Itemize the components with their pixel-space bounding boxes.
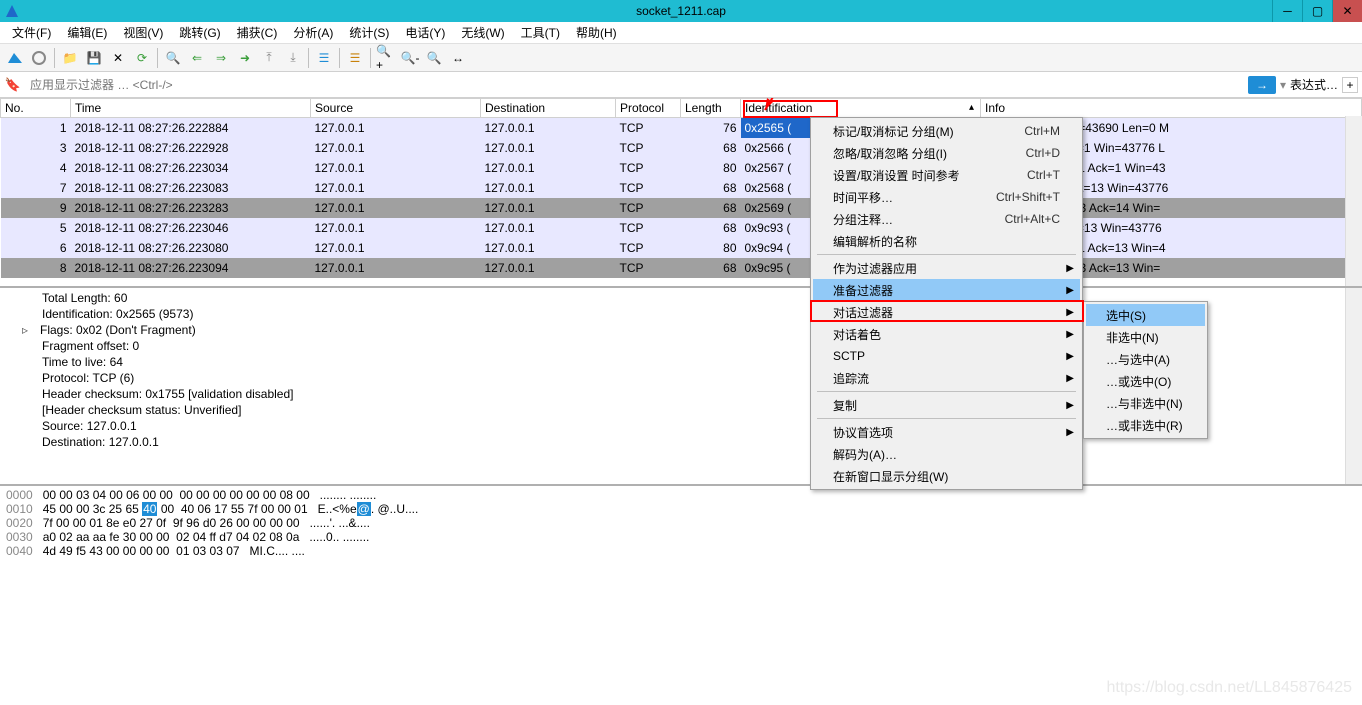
column-header[interactable]: Length — [681, 99, 741, 118]
hex-pane[interactable]: 0000 00 00 03 04 00 06 00 00 00 00 00 00… — [0, 486, 1362, 586]
menu-item[interactable]: 时间平移…Ctrl+Shift+T — [813, 186, 1080, 208]
menu-item[interactable]: 工具(T) — [513, 24, 568, 41]
menu-item[interactable]: 统计(S) — [341, 24, 397, 41]
watermark: https://blog.csdn.net/LL845876425 — [1106, 679, 1352, 697]
open-icon[interactable]: 📁 — [59, 47, 81, 69]
menu-item[interactable]: …与选中(A) — [1086, 348, 1205, 370]
menu-item[interactable]: …或选中(O) — [1086, 370, 1205, 392]
menu-item[interactable]: 协议首选项▶ — [813, 421, 1080, 443]
first-icon[interactable]: ⤒ — [258, 47, 280, 69]
app-icon — [4, 3, 20, 19]
menubar: 文件(F)编辑(E)视图(V)跳转(G)捕获(C)分析(A)统计(S)电话(Y)… — [0, 22, 1362, 44]
hex-row[interactable]: 0010 45 00 00 3c 25 65 40 00 40 06 17 55… — [6, 502, 1356, 516]
menu-item[interactable]: 解码为(A)… — [813, 443, 1080, 465]
menu-item[interactable]: 忽略/取消忽略 分组(I)Ctrl+D — [813, 142, 1080, 164]
hex-row[interactable]: 0030 a0 02 aa aa fe 30 00 00 02 04 ff d7… — [6, 530, 1356, 544]
menu-item[interactable]: 对话过滤器▶ — [813, 301, 1080, 323]
packet-list: No.TimeSourceDestinationProtocolLengthId… — [0, 98, 1362, 288]
packet-row[interactable]: 92018-12-11 08:27:26.223283127.0.0.1127.… — [1, 198, 1362, 218]
find-icon[interactable]: 🔍 — [162, 47, 184, 69]
goto-icon[interactable]: ➜ — [234, 47, 256, 69]
close-button[interactable]: ✕ — [1332, 0, 1362, 22]
menu-item[interactable]: 帮助(H) — [568, 24, 625, 41]
hex-row[interactable]: 0020 7f 00 00 01 8e e0 27 0f 9f 96 d0 26… — [6, 516, 1356, 530]
column-header[interactable]: Info — [981, 99, 1362, 118]
add-filter-button[interactable]: + — [1342, 77, 1358, 93]
column-header[interactable]: Time — [71, 99, 311, 118]
close-file-icon[interactable]: ✕ — [107, 47, 129, 69]
packet-row[interactable]: 12018-12-11 08:27:26.222884127.0.0.1127.… — [1, 118, 1362, 138]
menu-item[interactable]: 无线(W) — [453, 24, 512, 41]
menu-item[interactable]: 对话着色▶ — [813, 323, 1080, 345]
menu-item[interactable]: 标记/取消标记 分组(M)Ctrl+M — [813, 120, 1080, 142]
apply-filter-button[interactable]: → — [1248, 76, 1276, 94]
menu-item[interactable]: 作为过滤器应用▶ — [813, 257, 1080, 279]
menu-item[interactable]: 非选中(N) — [1086, 326, 1205, 348]
resize-cols-icon[interactable]: ↔ — [447, 47, 469, 69]
last-icon[interactable]: ⤓ — [282, 47, 304, 69]
bookmark-icon[interactable]: 🔖 — [4, 76, 22, 94]
menu-item[interactable]: 在新窗口显示分组(W) — [813, 465, 1080, 487]
window-title: socket_1211.cap — [636, 4, 726, 18]
menu-item[interactable]: 选中(S) — [1086, 304, 1205, 326]
menu-item[interactable]: 编辑解析的名称 — [813, 230, 1080, 252]
filter-bar: 🔖 → ▾ 表达式… + — [0, 72, 1362, 98]
packet-row[interactable]: 72018-12-11 08:27:26.223083127.0.0.1127.… — [1, 178, 1362, 198]
packet-row[interactable]: 62018-12-11 08:27:26.223080127.0.0.1127.… — [1, 238, 1362, 258]
menu-item[interactable]: 文件(F) — [4, 24, 59, 41]
packet-row[interactable]: 82018-12-11 08:27:26.223094127.0.0.1127.… — [1, 258, 1362, 278]
menu-item[interactable]: 视图(V) — [115, 24, 171, 41]
next-icon[interactable]: ⇒ — [210, 47, 232, 69]
minimize-button[interactable]: ─ — [1272, 0, 1302, 22]
zoom-out-icon[interactable]: 🔍- — [399, 47, 421, 69]
packet-row[interactable]: 32018-12-11 08:27:26.222928127.0.0.1127.… — [1, 138, 1362, 158]
reload-icon[interactable]: ⟳ — [131, 47, 153, 69]
menu-item[interactable]: 分析(A) — [285, 24, 341, 41]
zoom-in-icon[interactable]: 🔍+ — [375, 47, 397, 69]
column-header[interactable]: Protocol — [616, 99, 681, 118]
menu-item[interactable]: SCTP▶ — [813, 345, 1080, 367]
menu-item[interactable]: 分组注释…Ctrl+Alt+C — [813, 208, 1080, 230]
expression-button[interactable]: 表达式… — [1290, 76, 1338, 93]
menu-item[interactable]: 编辑(E) — [59, 24, 115, 41]
hex-row[interactable]: 0000 00 00 03 04 00 06 00 00 00 00 00 00… — [6, 488, 1356, 502]
maximize-button[interactable]: ▢ — [1302, 0, 1332, 22]
column-header[interactable]: Source — [311, 99, 481, 118]
menu-item[interactable]: …或非选中(R) — [1086, 414, 1205, 436]
menu-item[interactable]: 跳转(G) — [171, 24, 228, 41]
column-header[interactable]: No. — [1, 99, 71, 118]
shark-icon[interactable] — [4, 47, 26, 69]
toolbar: 📁 💾 ✕ ⟳ 🔍 ⇐ ⇒ ➜ ⤒ ⤓ ☰ ☰ 🔍+ 🔍- 🔍 ↔ — [0, 44, 1362, 72]
hex-row[interactable]: 0040 4d 49 f5 43 00 00 00 00 01 03 03 07… — [6, 544, 1356, 558]
menu-item[interactable]: 追踪流▶ — [813, 367, 1080, 389]
menu-item[interactable]: 复制▶ — [813, 394, 1080, 416]
colorize-icon[interactable]: ☰ — [344, 47, 366, 69]
column-header[interactable]: Destination — [481, 99, 616, 118]
save-icon[interactable]: 💾 — [83, 47, 105, 69]
filter-input[interactable] — [26, 76, 1244, 94]
prev-icon[interactable]: ⇐ — [186, 47, 208, 69]
packet-row[interactable]: 42018-12-11 08:27:26.223034127.0.0.1127.… — [1, 158, 1362, 178]
context-submenu: 选中(S)非选中(N)…与选中(A)…或选中(O)…与非选中(N)…或非选中(R… — [1083, 301, 1208, 439]
capture-options-icon[interactable] — [28, 47, 50, 69]
menu-item[interactable]: 设置/取消设置 时间参考Ctrl+T — [813, 164, 1080, 186]
titlebar: socket_1211.cap ─ ▢ ✕ — [0, 0, 1362, 22]
packet-row[interactable]: 52018-12-11 08:27:26.223046127.0.0.1127.… — [1, 218, 1362, 238]
menu-item[interactable]: 电话(Y) — [397, 24, 453, 41]
autoscroll-icon[interactable]: ☰ — [313, 47, 335, 69]
menu-item[interactable]: 捕获(C) — [229, 24, 286, 41]
menu-item[interactable]: 准备过滤器▶ — [813, 279, 1080, 301]
menu-item[interactable]: …与非选中(N) — [1086, 392, 1205, 414]
zoom-reset-icon[interactable]: 🔍 — [423, 47, 445, 69]
context-menu: 标记/取消标记 分组(M)Ctrl+M忽略/取消忽略 分组(I)Ctrl+D设置… — [810, 117, 1083, 490]
